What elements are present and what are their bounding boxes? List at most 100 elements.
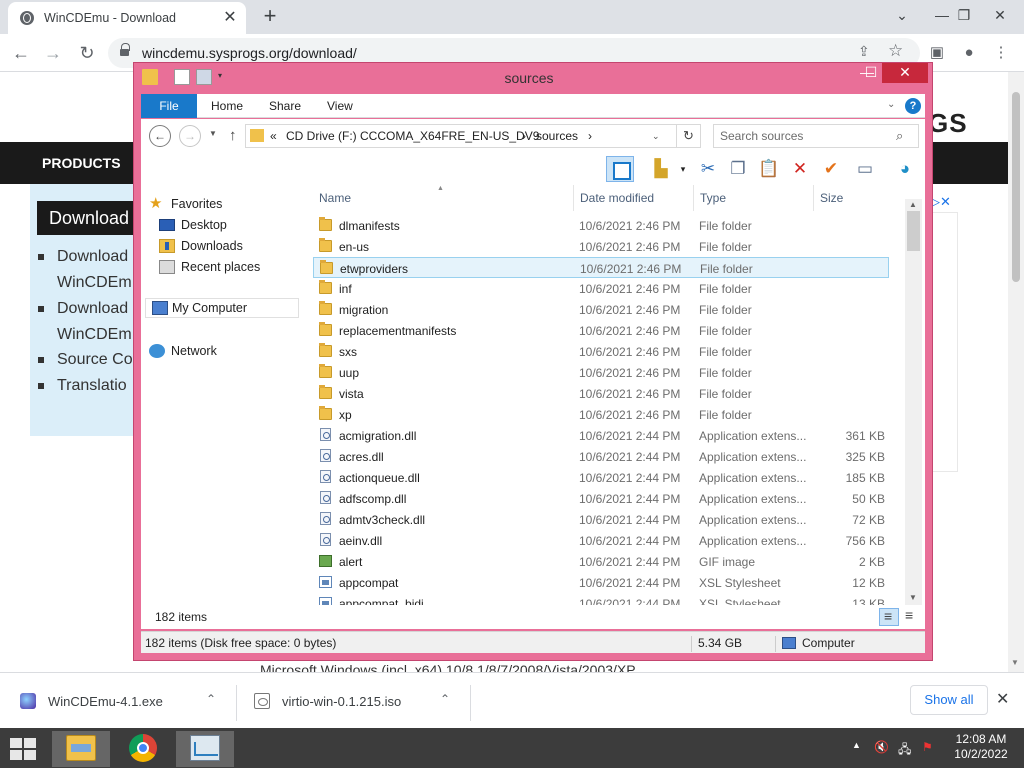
reload-icon[interactable]: ↻	[74, 40, 100, 66]
cut-icon[interactable]: ✂	[694, 156, 722, 182]
delete-icon[interactable]: ✕	[786, 156, 814, 182]
address-dropdown-icon[interactable]: ⌄	[652, 131, 660, 142]
taskbar-clock[interactable]: 12:08 AM 10/2/2022	[950, 732, 1012, 762]
browser-tab[interactable]: WinCDEmu - Download ✕	[8, 2, 246, 34]
bullet-link[interactable]: Download	[38, 300, 128, 318]
share-icon[interactable]: ⇪	[858, 43, 870, 60]
file-row[interactable]: replacementmanifests 10/6/2021 2:46 PM Fil…	[313, 320, 889, 341]
file-row[interactable]: aeinv.dll 10/6/2021 2:44 PM Application ex…	[313, 530, 889, 551]
details-view-icon[interactable]	[879, 608, 899, 626]
search-icon[interactable]: ⌕	[896, 128, 903, 144]
download-options-icon[interactable]: ⌃	[206, 692, 216, 706]
paste-icon[interactable]: 📋	[755, 156, 783, 182]
close-shelf-icon[interactable]: ✕	[996, 689, 1009, 709]
file-row[interactable]: inf 10/6/2021 2:46 PM File folder	[313, 278, 889, 299]
file-row[interactable]: en-us 10/6/2021 2:46 PM File folder	[313, 236, 889, 257]
ribbon-expand-icon[interactable]: ⌄	[887, 99, 895, 110]
address-path[interactable]: « CD Drive (F:) CCCOMA_X64FRE_EN-US_DV9 …	[245, 124, 677, 148]
path-separator[interactable]: ›	[522, 129, 526, 143]
recent-locations-icon[interactable]: ▼	[209, 129, 217, 138]
forward-icon[interactable]: →	[40, 40, 66, 66]
bullet-link-cont[interactable]: WinCDEm	[57, 326, 132, 344]
side-panel-icon[interactable]: ▣	[926, 42, 948, 64]
file-list-scrollbar[interactable]: ▲ ▼	[905, 199, 922, 605]
nav-my-computer[interactable]: My Computer	[145, 298, 299, 318]
new-tab-button[interactable]: +	[258, 5, 282, 29]
bullet-link-cont[interactable]: WinCDEm	[57, 274, 132, 292]
tab-home[interactable]: Home	[211, 99, 243, 113]
download-options-icon[interactable]: ⌃	[440, 692, 450, 706]
lock-icon[interactable]	[120, 43, 130, 58]
folder-options-dropdown-icon[interactable]: ▾	[669, 156, 697, 182]
rename-icon[interactable]: ▭	[851, 156, 879, 182]
explorer-close-icon[interactable]: ✕	[882, 63, 928, 83]
explorer-titlebar[interactable]: ▾ sources — ☐ ✕	[134, 63, 932, 93]
file-row[interactable]: acmigration.dll 10/6/2021 2:44 PM Applicat…	[313, 425, 889, 446]
file-row[interactable]: etwproviders 10/6/2021 2:46 PM File folder	[313, 257, 889, 278]
tray-expand-icon[interactable]: ▲	[852, 740, 861, 750]
column-size[interactable]: Size	[813, 185, 903, 211]
forward-arrow-icon[interactable]: →	[179, 125, 201, 147]
column-type[interactable]: Type	[693, 185, 813, 211]
close-window-icon[interactable]: ✕	[982, 0, 1018, 30]
menu-kebab-icon[interactable]: ⋮	[990, 42, 1012, 64]
tab-file[interactable]: File	[141, 94, 197, 118]
tab-search-icon[interactable]: ⌄	[884, 0, 920, 30]
file-row[interactable]: uup 10/6/2021 2:46 PM File folder	[313, 362, 889, 383]
column-name[interactable]: Name	[319, 185, 573, 211]
column-date-modified[interactable]: Date modified	[573, 185, 693, 211]
copy-icon[interactable]: ❐	[724, 156, 752, 182]
back-arrow-icon[interactable]: ←	[149, 125, 171, 147]
file-row[interactable]: admtv3check.dll 10/6/2021 2:44 PM Applicat…	[313, 509, 889, 530]
large-icons-view-icon[interactable]	[901, 607, 921, 626]
up-arrow-icon[interactable]: ↑	[229, 127, 237, 144]
taskbar-file-explorer[interactable]	[52, 731, 110, 767]
nav-desktop[interactable]: Desktop	[159, 216, 309, 236]
taskbar-task-manager[interactable]	[176, 731, 234, 767]
windows-start-icon[interactable]	[10, 738, 38, 760]
scroll-up-icon[interactable]: ▲	[909, 200, 917, 209]
page-scroll-thumb[interactable]	[1012, 92, 1020, 282]
nav-recent-places[interactable]: Recent places	[159, 258, 309, 278]
file-row[interactable]: acres.dll 10/6/2021 2:44 PM Application ex…	[313, 446, 889, 467]
explorer-maximize-icon[interactable]: ☐	[858, 63, 884, 83]
path-drive[interactable]: CD Drive (F:) CCCOMA_X64FRE_EN-US_DV9	[286, 129, 539, 143]
nav-favorites[interactable]: ★ Favorites	[149, 195, 299, 215]
checkmark-icon[interactable]: ✔	[817, 156, 845, 182]
layout-pane-icon[interactable]	[606, 156, 634, 182]
search-input[interactable]	[720, 128, 890, 144]
nav-downloads[interactable]: Downloads	[159, 237, 309, 257]
help-icon[interactable]: ?	[905, 98, 921, 114]
download-item[interactable]: virtio-win-0.1.215.iso ⌃	[254, 681, 471, 721]
refresh-icon[interactable]: ↻	[677, 124, 701, 148]
file-row[interactable]: appcompat_bidi 10/6/2021 2:44 PM XSL Style…	[313, 593, 889, 605]
close-tab-icon[interactable]: ✕	[220, 8, 240, 28]
bullet-link[interactable]: Download	[38, 248, 128, 266]
nav-network[interactable]: Network	[149, 342, 299, 362]
tab-view[interactable]: View	[327, 99, 353, 113]
action-center-icon[interactable]: ⚑	[922, 740, 933, 754]
download-item[interactable]: WinCDEmu-4.1.exe ⌃	[20, 681, 237, 721]
file-list-scroll-thumb[interactable]	[907, 211, 920, 251]
restore-icon[interactable]: ❐	[946, 0, 982, 30]
file-row[interactable]: actionqueue.dll 10/6/2021 2:44 PM Applicat…	[313, 467, 889, 488]
show-all-button[interactable]: Show all	[910, 685, 988, 715]
file-row[interactable]: alert 10/6/2021 2:44 PM GIF image 2 KB	[313, 551, 889, 572]
scroll-down-icon[interactable]: ▼	[1011, 658, 1019, 667]
globe-network-icon[interactable]: ◕	[891, 156, 919, 182]
tab-share[interactable]: Share	[269, 99, 301, 113]
menu-products[interactable]: PRODUCTS	[42, 155, 121, 171]
bookmark-star-icon[interactable]: ☆	[888, 41, 903, 61]
bullet-link[interactable]: Translatio	[38, 377, 127, 395]
bullet-link[interactable]: Source Co	[38, 351, 133, 369]
search-box[interactable]: ⌕	[713, 124, 919, 148]
site-logo[interactable]: GS	[928, 108, 968, 139]
back-icon[interactable]: ←	[8, 40, 34, 66]
path-separator[interactable]: ›	[588, 129, 592, 143]
path-sources[interactable]: sources	[536, 129, 578, 143]
ad-close-icon[interactable]: ▷✕	[930, 194, 951, 210]
path-overflow[interactable]: «	[270, 129, 277, 143]
taskbar-chrome[interactable]	[114, 731, 172, 767]
profile-avatar-icon[interactable]: ●	[958, 42, 980, 64]
file-row[interactable]: dlmanifests 10/6/2021 2:46 PM File folder	[313, 215, 889, 236]
